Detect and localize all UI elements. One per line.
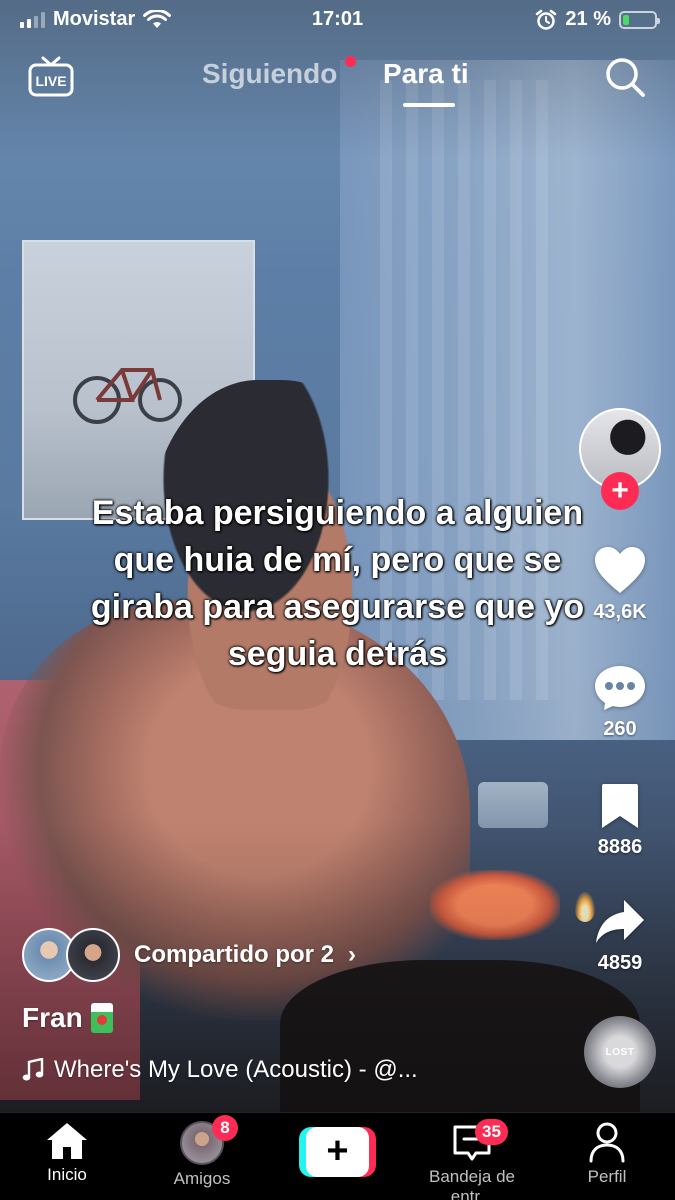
follow-button[interactable]: + xyxy=(601,472,639,510)
video-caption-overlay: Estaba persiguiendo a alguien que huia d… xyxy=(90,494,585,673)
tab-label: Perfil xyxy=(587,1167,627,1186)
bottom-tab-bar: Inicio 8 Amigos + 35 Bandeja de entr... … xyxy=(0,1112,675,1200)
tab-siguiendo[interactable]: Siguiendo xyxy=(202,58,337,90)
home-icon xyxy=(47,1123,87,1159)
music-title: Where's My Love (Acoustic) - @... xyxy=(54,1056,418,1083)
music-row[interactable]: Where's My Love (Acoustic) - @... xyxy=(22,1056,418,1084)
tab-label: Inicio xyxy=(47,1165,87,1184)
search-icon[interactable] xyxy=(604,56,646,98)
friends-badge: 8 xyxy=(212,1115,238,1141)
battery-level-fill xyxy=(623,14,630,25)
notification-dot xyxy=(345,56,356,67)
alarm-icon xyxy=(536,9,557,30)
shared-by-row[interactable]: Compartido por 2 › xyxy=(22,926,356,984)
status-right-group: 21 % xyxy=(535,8,660,31)
save-button[interactable]: 8886 xyxy=(580,782,660,859)
shared-by-label: Compartido por 2 xyxy=(134,941,335,968)
juice-box-emoji xyxy=(90,1003,113,1033)
author-row[interactable]: Fran xyxy=(22,1002,113,1034)
tab-perfil[interactable]: Perfil xyxy=(542,1121,672,1187)
chevron-right-icon: › xyxy=(348,941,357,968)
create-plus-icon: + xyxy=(306,1127,369,1177)
create-button[interactable]: + xyxy=(299,1127,376,1177)
profile-icon xyxy=(589,1122,625,1163)
plus-icon: + xyxy=(611,474,629,507)
friends-avatar: 8 xyxy=(180,1115,238,1165)
bookmark-icon xyxy=(602,784,638,828)
battery-percent: 21 % xyxy=(565,8,611,30)
share-arrow-icon xyxy=(596,900,644,943)
music-note-icon xyxy=(22,1058,44,1081)
like-count: 43,6K xyxy=(593,601,647,623)
comment-button[interactable]: 260 xyxy=(580,664,660,741)
save-count: 8886 xyxy=(597,836,643,858)
sharer-avatar xyxy=(66,928,120,982)
heart-icon xyxy=(595,547,645,593)
comment-count: 260 xyxy=(603,718,637,740)
status-bar: Movistar 17:01 21 % xyxy=(0,0,675,40)
tab-label: Bandeja de entr... xyxy=(428,1167,516,1200)
battery-charging-icon xyxy=(619,10,660,29)
tab-bandeja[interactable]: 35 Bandeja de entr... xyxy=(407,1119,537,1200)
music-disc[interactable]: LOST xyxy=(584,1016,656,1088)
feed-tabs: Siguiendo Para ti xyxy=(0,56,675,108)
share-count: 4859 xyxy=(597,952,643,974)
tab-para-ti[interactable]: Para ti xyxy=(383,58,469,90)
tab-label: Amigos xyxy=(173,1169,231,1188)
tab-inicio[interactable]: Inicio xyxy=(2,1121,132,1185)
disc-label: LOST xyxy=(605,1046,635,1058)
like-button[interactable]: 43,6K xyxy=(580,545,660,624)
comment-icon xyxy=(595,666,645,710)
author-name: Fran xyxy=(22,1002,83,1033)
inbox-badge: 35 xyxy=(475,1119,508,1145)
share-button[interactable]: 4859 xyxy=(580,898,660,975)
tab-amigos[interactable]: 8 Amigos xyxy=(137,1115,267,1189)
active-tab-underline xyxy=(403,103,455,107)
